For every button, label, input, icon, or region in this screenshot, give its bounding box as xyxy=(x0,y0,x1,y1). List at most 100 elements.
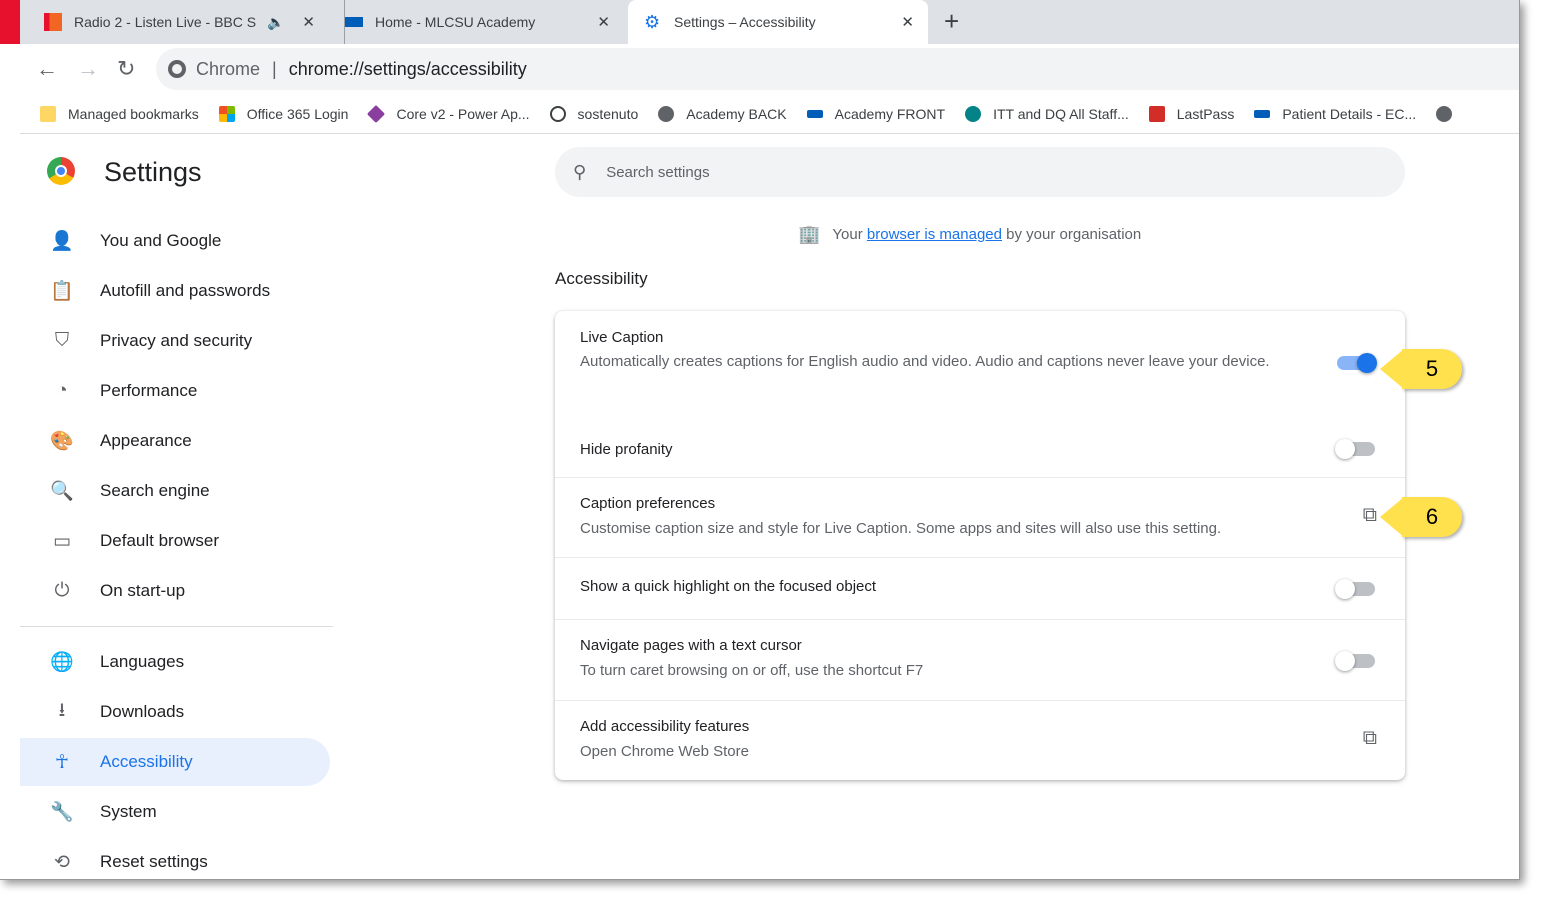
sidebar-item-performance[interactable]: ◔ Performance xyxy=(20,367,330,415)
sidebar-item-label: Accessibility xyxy=(100,752,193,771)
search-icon: ⚲ xyxy=(573,161,587,182)
managed-text: by your organisation xyxy=(1006,226,1142,243)
nhs-icon xyxy=(1254,109,1271,118)
sidebar-item-appearance[interactable]: 🎨 Appearance xyxy=(20,417,330,465)
close-tab-icon[interactable]: ✕ xyxy=(302,13,315,31)
sidebar-item-languages[interactable]: 🌐 Languages xyxy=(20,638,330,686)
bookmark-patient-details[interactable]: Patient Details - EC... xyxy=(1254,106,1416,122)
sidebar-item-downloads[interactable]: ⭳ Downloads xyxy=(20,688,330,736)
sidebar-item-label: Default browser xyxy=(100,531,220,550)
globe-icon xyxy=(1436,105,1453,122)
bookmark-sostenuto[interactable]: sostenuto xyxy=(549,105,639,122)
tab-title: Settings – Accessibility xyxy=(674,14,816,30)
bookmark-academy-back[interactable]: Academy BACK xyxy=(658,105,787,122)
sidebar-item-label: Search engine xyxy=(100,481,210,500)
globe-icon: 🌐 xyxy=(50,652,74,673)
toggle-switch[interactable] xyxy=(1335,439,1375,459)
sidebar-item-you-and-google[interactable]: 👤 You and Google xyxy=(20,217,330,265)
speaker-icon[interactable]: 🔈 xyxy=(267,14,284,31)
sidebar-item-default-browser[interactable]: ▭ Default browser xyxy=(20,517,330,565)
section-title: Accessibility xyxy=(555,269,648,288)
microsoft-icon xyxy=(218,105,235,122)
building-icon: 🏢 xyxy=(798,224,821,244)
sidebar-item-label: Appearance xyxy=(100,431,192,450)
toggle-switch[interactable] xyxy=(1337,353,1377,373)
browser-icon: ▭ xyxy=(53,530,71,552)
speedometer-icon: ◔ xyxy=(56,380,68,401)
tab-strip: Radio 2 - Listen Live - BBC S 🔈 ✕ Home -… xyxy=(0,0,1519,44)
toggle-switch[interactable] xyxy=(1335,579,1375,599)
bookmark-more[interactable] xyxy=(1436,105,1464,122)
search-settings[interactable]: ⚲ Search settings xyxy=(555,147,1405,197)
toggle-switch[interactable] xyxy=(1335,650,1375,671)
sidebar-divider xyxy=(20,626,333,627)
setting-row-add-accessibility-features[interactable]: Add accessibility features Open Chrome We… xyxy=(555,700,1405,780)
bookmark-label: Office 365 Login xyxy=(246,105,349,122)
bookmark-label: Patient Details - EC... xyxy=(1282,105,1417,122)
tab-mlcsu[interactable]: Home - MLCSU Academy ✕ xyxy=(344,0,624,44)
bookmark-label: ITT and DQ All Staff... xyxy=(993,105,1129,122)
setting-title: Add accessibility features xyxy=(580,718,750,735)
sidebar-item-label: On start-up xyxy=(100,581,186,600)
bookmark-label: sostenuto xyxy=(577,105,639,122)
sidebar-item-label: Reset settings xyxy=(100,852,208,871)
new-tab-button[interactable]: + xyxy=(944,6,959,37)
forward-button[interactable]: → xyxy=(77,56,99,82)
setting-title: Navigate pages with a text cursor xyxy=(580,637,802,654)
search-placeholder: Search settings xyxy=(606,163,710,181)
browser-managed-link[interactable]: browser is managed xyxy=(867,226,1002,243)
bookmark-managed[interactable]: Managed bookmarks xyxy=(40,105,199,122)
sidebar-item-system[interactable]: 🔧 System xyxy=(20,788,330,836)
setting-row-show-a-quick-highlight-on-the-focused-object[interactable]: Show a quick highlight on the focused ob… xyxy=(555,557,1405,619)
sidebar-item-search-engine[interactable]: 🔍 Search engine xyxy=(20,467,330,515)
cloud-icon xyxy=(549,105,566,122)
setting-row-live-caption[interactable]: Live Caption Automatically creates captio… xyxy=(555,311,1405,421)
back-button[interactable]: ← xyxy=(36,56,58,82)
nhs-icon xyxy=(345,17,363,27)
bookmark-core-v2[interactable]: Core v2 - Power Ap... xyxy=(367,104,530,123)
settings-page: Settings 👤 You and Google 📋 Autofill and pa… xyxy=(20,135,1519,879)
setting-description: Open Chrome Web Store xyxy=(580,743,749,760)
sidebar-item-autofill-and-passwords[interactable]: 📋 Autofill and passwords xyxy=(20,267,330,315)
open-external-icon[interactable]: ⧉ xyxy=(1363,727,1377,750)
tab-radio2[interactable]: Radio 2 - Listen Live - BBC S 🔈 ✕ xyxy=(44,0,329,44)
bookmark-label: Core v2 - Power Ap... xyxy=(396,105,530,122)
wrench-icon: 🔧 xyxy=(50,802,74,823)
bookmark-itt-dq[interactable]: ITT and DQ All Staff... xyxy=(965,105,1129,122)
reload-button[interactable]: ↻ xyxy=(117,56,135,82)
bookmark-academy-front[interactable]: Academy FRONT xyxy=(806,106,945,122)
bookmark-office365[interactable]: Office 365 Login xyxy=(218,105,349,122)
site-chip: Chrome xyxy=(196,58,261,79)
clipboard-icon: 📋 xyxy=(50,281,74,302)
setting-description: Customise caption size and style for Liv… xyxy=(580,520,1222,537)
bookmarks-bar: Managed bookmarks Office 365 Login Core … xyxy=(20,94,1519,134)
sidebar-item-label: Autofill and passwords xyxy=(100,281,271,300)
folder-icon xyxy=(40,105,56,122)
sidebar-item-privacy-and-security[interactable]: ⛉ Privacy and security xyxy=(20,317,330,365)
sidebar-item-on-start-up[interactable]: ⏻ On start-up xyxy=(20,567,330,615)
setting-row-navigate-pages-with-a-text-cursor[interactable]: Navigate pages with a text cursor To turn… xyxy=(555,619,1405,700)
setting-row-hide-profanity[interactable]: Hide profanity xyxy=(555,421,1405,477)
toggle-knob xyxy=(1335,650,1355,671)
close-tab-icon[interactable]: ✕ xyxy=(901,13,914,31)
close-tab-icon[interactable]: ✕ xyxy=(597,13,610,31)
open-external-icon[interactable]: ⧉ xyxy=(1363,504,1377,527)
bbc-radio-icon xyxy=(44,13,62,31)
window-edge xyxy=(0,0,20,44)
power-icon: ⏻ xyxy=(54,580,70,601)
address-bar[interactable]: Chrome | chrome://settings/accessibility xyxy=(156,48,1519,90)
shield-icon: ⛉ xyxy=(54,330,70,351)
bookmark-lastpass[interactable]: LastPass xyxy=(1148,105,1235,122)
tab-title: Radio 2 - Listen Live - BBC S xyxy=(74,14,257,30)
bookmark-label: LastPass xyxy=(1176,105,1235,122)
sidebar-item-label: Privacy and security xyxy=(100,331,253,350)
sidebar-item-reset-settings[interactable]: ⟲ Reset settings xyxy=(20,838,330,879)
tab-settings[interactable]: ⚙ Settings – Accessibility ✕ xyxy=(628,0,928,44)
bookmark-label: Managed bookmarks xyxy=(68,105,199,122)
setting-description: To turn caret browsing on or off, use th… xyxy=(580,662,924,679)
page-title: Settings xyxy=(104,157,202,187)
sidebar-item-accessibility[interactable]: ☥ Accessibility xyxy=(20,738,330,786)
accessibility-icon: ☥ xyxy=(54,751,70,773)
callout-5: 5 xyxy=(1380,349,1462,389)
setting-row-caption-preferences[interactable]: Caption preferences Customise caption siz… xyxy=(555,477,1405,557)
